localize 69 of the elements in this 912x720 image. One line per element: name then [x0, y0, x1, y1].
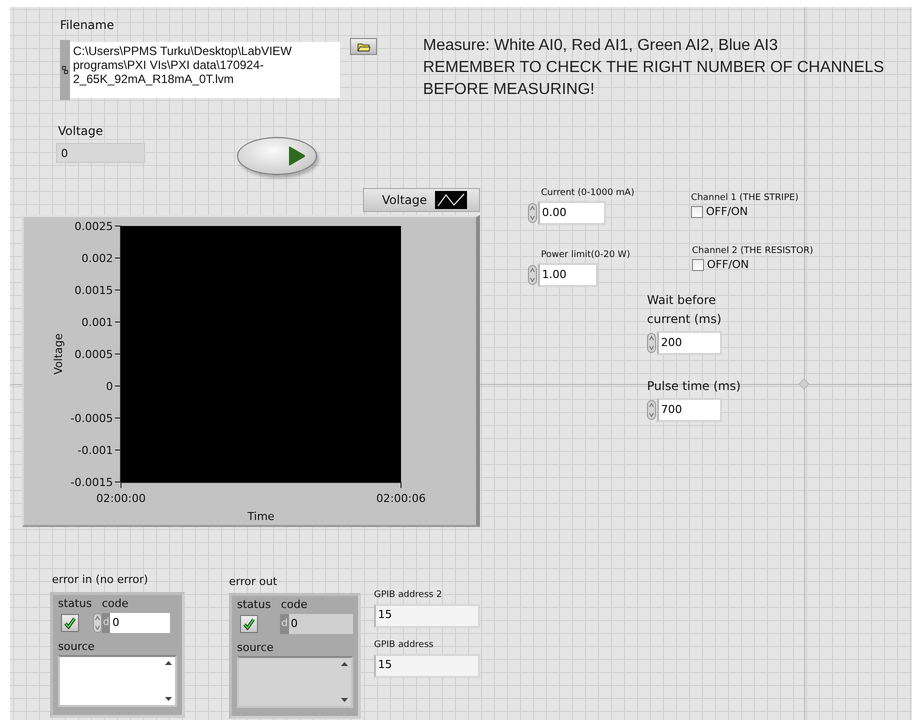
- spin-buttons[interactable]: [93, 613, 102, 633]
- tick-label: -0.0015: [70, 476, 113, 489]
- scroll-up-icon: [165, 661, 172, 665]
- path-icon: [62, 66, 68, 74]
- run-button[interactable]: [237, 137, 317, 175]
- control-label: Filename: [60, 18, 114, 32]
- axis-title: Voltage: [52, 333, 65, 375]
- numeric-indicator: 0: [288, 614, 353, 634]
- tick-label: 0.0005: [74, 348, 113, 361]
- numeric-field[interactable]: 0.00: [538, 201, 606, 225]
- cluster-label: error out: [229, 575, 278, 588]
- cluster-label: error in (no error): [52, 573, 148, 586]
- scrollbar[interactable]: [164, 661, 173, 701]
- tick-label: -0.001: [78, 444, 113, 457]
- status-indicator[interactable]: [61, 614, 79, 632]
- control-label: Channel 1 (THE STRIPE): [691, 193, 798, 203]
- control-label: Channel 2 (THE RESISTOR): [692, 246, 814, 256]
- spin-buttons[interactable]: [647, 333, 656, 353]
- scroll-down-icon: [341, 698, 348, 702]
- checkbox-label: OFF/ON: [707, 258, 749, 271]
- field-label: status: [237, 598, 271, 611]
- numeric-field[interactable]: 0: [110, 613, 170, 633]
- tick-label: 0: [106, 380, 113, 393]
- tick-label: 0.0025: [74, 220, 113, 233]
- tick-label: 0.001: [82, 316, 113, 329]
- play-icon: [288, 146, 306, 166]
- numeric-field[interactable]: 200: [657, 331, 722, 355]
- control-label: Current (0-1000 mA): [541, 188, 634, 198]
- control-label: Wait before current (ms): [647, 292, 722, 328]
- instruction-text: Measure: White AI0, Red AI1, Green AI2, Blue AI3 REMEMBER TO CHECK THE RIGHT NUMBER OF CHANNELS BEFORE MEASURING!: [423, 36, 884, 100]
- control-label: Power limit(0-20 W): [541, 250, 630, 260]
- numeric-indicator: 0: [56, 143, 145, 163]
- field-label: source: [58, 640, 96, 653]
- control-label: Voltage: [58, 124, 104, 138]
- checkbox[interactable]: [691, 206, 703, 218]
- plot-line-icon: [435, 191, 467, 209]
- check-icon: [242, 618, 255, 630]
- radix-indicator: d: [280, 614, 289, 634]
- folder-icon: [356, 42, 370, 52]
- tick-label: -0.0005: [70, 412, 113, 425]
- spin-buttons[interactable]: [647, 400, 656, 420]
- spin-buttons[interactable]: [528, 265, 537, 285]
- field-label: status: [58, 597, 92, 610]
- control-label: Pulse time (ms): [647, 378, 742, 395]
- tick-label: 02:00:06: [376, 492, 426, 505]
- control-label: GPIB address: [374, 640, 434, 650]
- field-label: source: [237, 641, 275, 654]
- path-field[interactable]: C:\Users\PPMS Turku\Desktop\LabVIEW programs\PXI VIs\PXI data\170924- 2_65K_92mA_R18mA_0T.lvm: [70, 42, 340, 98]
- check-icon: [64, 617, 76, 629]
- scroll-down-icon: [165, 697, 172, 701]
- field-label: code: [280, 598, 308, 611]
- numeric-field[interactable]: 1.00: [538, 263, 598, 287]
- checkbox[interactable]: [692, 258, 704, 270]
- scrollbar[interactable]: [340, 662, 349, 702]
- text-field[interactable]: 15: [374, 604, 480, 628]
- spin-buttons[interactable]: [528, 203, 537, 223]
- tick-label: 0.0015: [74, 284, 113, 297]
- field-label: code: [102, 597, 128, 610]
- plot-legend[interactable]: Voltage: [363, 188, 480, 212]
- tick-label: 02:00:00: [96, 492, 146, 505]
- axis-title: Time: [248, 510, 274, 523]
- numeric-field[interactable]: 700: [657, 398, 722, 422]
- tick-label: 0.002: [82, 252, 113, 265]
- browse-button[interactable]: [350, 38, 377, 55]
- text-field[interactable]: 15: [374, 654, 480, 678]
- scroll-up-icon: [341, 662, 348, 666]
- checkbox-label: OFF/ON: [706, 205, 748, 218]
- text-field[interactable]: [58, 655, 177, 707]
- control-label: GPIB address 2: [374, 590, 444, 600]
